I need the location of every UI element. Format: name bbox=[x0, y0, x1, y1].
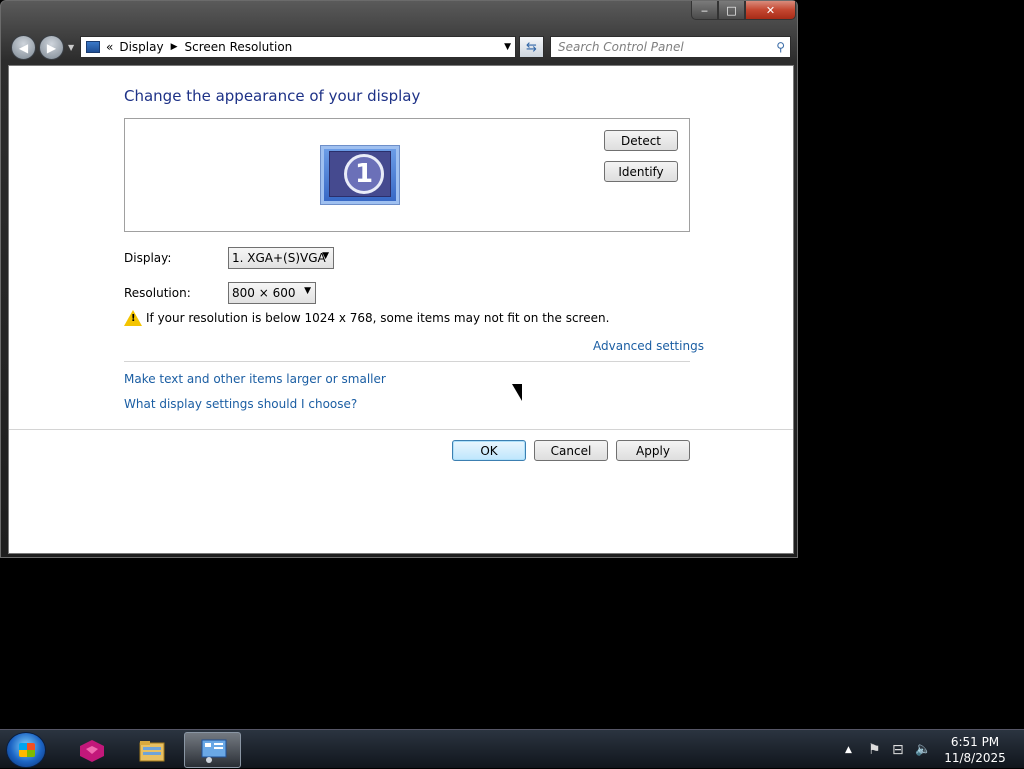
taskbar-app-explorer[interactable] bbox=[122, 732, 179, 768]
taskbar-app-visual-studio[interactable] bbox=[62, 732, 119, 768]
action-center-button[interactable]: ⚑ bbox=[868, 730, 881, 769]
breadcrumb-display[interactable]: Display bbox=[119, 40, 163, 54]
start-button[interactable] bbox=[6, 732, 46, 768]
content-pane: Change the appearance of your display 1 … bbox=[8, 65, 794, 554]
page-title: Change the appearance of your display bbox=[124, 87, 421, 105]
taskbar-app-control-panel[interactable] bbox=[184, 732, 241, 768]
mouse-cursor-icon bbox=[512, 384, 522, 401]
text-size-link[interactable]: Make text and other items larger or smal… bbox=[124, 372, 386, 386]
control-panel-icon bbox=[86, 41, 100, 53]
refresh-button[interactable]: ⇆ bbox=[519, 36, 544, 58]
identify-button[interactable]: Identify bbox=[604, 161, 678, 182]
control-panel-icon bbox=[201, 739, 227, 763]
speaker-muted-icon: 🔈 bbox=[915, 742, 932, 757]
back-arrow-icon: ◀ bbox=[18, 40, 29, 55]
close-button[interactable]: ✕ bbox=[745, 1, 796, 20]
apply-button[interactable]: Apply bbox=[616, 440, 690, 461]
network-button[interactable]: ⊟ bbox=[892, 730, 904, 769]
chevron-down-icon: ▼ bbox=[304, 286, 311, 296]
maximize-button[interactable]: □ bbox=[718, 1, 745, 20]
minimize-button[interactable]: ‒ bbox=[691, 1, 718, 20]
forward-arrow-icon: ▶ bbox=[46, 40, 57, 55]
window-controls: ‒ □ ✕ bbox=[691, 1, 797, 21]
search-icon[interactable]: ⚲ bbox=[776, 40, 785, 54]
show-hidden-icons-button[interactable]: ▲ bbox=[845, 730, 852, 769]
breadcrumb-separator-icon[interactable]: ▶ bbox=[171, 42, 178, 52]
monitor-number: 1 bbox=[344, 154, 384, 194]
volume-button[interactable]: 🔈 bbox=[915, 730, 931, 769]
flag-icon: ⚑ bbox=[868, 741, 881, 758]
clock-time: 6:51 PM bbox=[950, 735, 1000, 749]
search-input[interactable]: Search Control Panel ⚲ bbox=[550, 36, 791, 58]
display-label: Display: bbox=[124, 251, 172, 265]
display-select-value: 1. XGA+(S)VGA bbox=[232, 251, 326, 265]
warning-icon: ! bbox=[124, 310, 142, 326]
address-dropdown-icon[interactable]: ▼ bbox=[504, 42, 511, 52]
resolution-label: Resolution: bbox=[124, 286, 191, 300]
cancel-button[interactable]: Cancel bbox=[534, 440, 608, 461]
section-divider bbox=[124, 361, 690, 362]
resolution-select-value: 800 × 600 bbox=[232, 286, 296, 300]
monitor-screen: 1 bbox=[329, 151, 391, 197]
footer-divider bbox=[9, 429, 793, 430]
forward-button[interactable]: ▶ bbox=[39, 35, 64, 60]
chevron-down-icon: ▼ bbox=[322, 251, 329, 261]
address-bar[interactable]: « Display ▶ Screen Resolution ▼ bbox=[80, 36, 516, 58]
advanced-settings-link[interactable]: Advanced settings bbox=[593, 339, 704, 353]
folder-icon bbox=[139, 741, 165, 762]
windows-logo-icon bbox=[19, 743, 35, 757]
control-panel-window: ‒ □ ✕ ◀ ▶ ▼ « Display ▶ Screen Resolutio… bbox=[0, 0, 798, 558]
clock-date: 11/8/2025 bbox=[944, 751, 1006, 765]
network-icon: ⊟ bbox=[892, 741, 904, 758]
refresh-icon: ⇆ bbox=[526, 39, 537, 55]
recent-pages-dropdown[interactable]: ▼ bbox=[68, 43, 78, 53]
taskbar: ▲ ⚑ ⊟ 🔈 6:51 PM 11/8/2025 bbox=[0, 729, 1024, 768]
monitor-arrangement-panel: 1 Detect Identify bbox=[124, 118, 690, 232]
breadcrumb-screen-resolution[interactable]: Screen Resolution bbox=[185, 40, 293, 54]
search-placeholder: Search Control Panel bbox=[558, 40, 684, 54]
clock[interactable]: 6:51 PM 11/8/2025 bbox=[940, 734, 1010, 766]
warning-mark: ! bbox=[131, 313, 136, 324]
detect-button[interactable]: Detect bbox=[604, 130, 678, 151]
breadcrumb-prefix[interactable]: « bbox=[106, 40, 113, 54]
visual-studio-icon bbox=[80, 740, 104, 762]
ok-button[interactable]: OK bbox=[452, 440, 526, 461]
resolution-select[interactable]: 800 × 600 ▼ bbox=[228, 282, 316, 304]
monitor-icon[interactable]: 1 bbox=[320, 145, 400, 205]
display-help-link[interactable]: What display settings should I choose? bbox=[124, 397, 357, 411]
resolution-warning: ! If your resolution is below 1024 x 768… bbox=[124, 310, 609, 326]
back-button[interactable]: ◀ bbox=[11, 35, 36, 60]
display-select[interactable]: 1. XGA+(S)VGA ▼ bbox=[228, 247, 334, 269]
warning-text: If your resolution is below 1024 x 768, … bbox=[146, 311, 610, 325]
chevron-up-icon: ▲ bbox=[845, 744, 852, 755]
